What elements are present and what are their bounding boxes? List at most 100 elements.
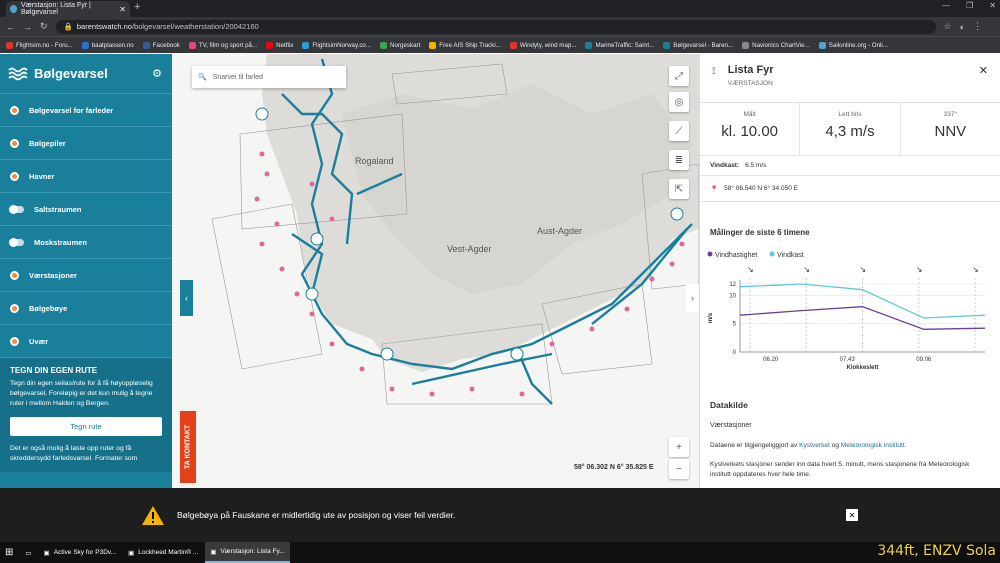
bookmark-label: Facebook <box>152 41 180 49</box>
bookmark-item[interactable]: Sailonline.org - Onli... <box>818 41 888 49</box>
lock-icon: 🔒 <box>63 22 73 31</box>
new-tab-icon[interactable]: + <box>134 1 140 13</box>
locate-icon[interactable]: ◎ <box>669 92 689 112</box>
sidebar-item[interactable]: Bølgepiler <box>0 127 172 160</box>
met-institute-link[interactable]: Meteorologisk institutt. <box>841 442 907 449</box>
taskbar-app-label: Active Sky for P3Dv... <box>53 549 117 556</box>
menu-icon[interactable]: ⋮ <box>973 21 982 32</box>
gust-label: Vindkast: <box>710 162 740 169</box>
bookmark-favicon-icon <box>742 41 750 49</box>
layers-icon[interactable]: ≣ <box>669 150 689 170</box>
layer-status-dot[interactable] <box>10 303 19 313</box>
bookmark-item[interactable]: Flightsim.no - Foru... <box>6 41 73 49</box>
map-canvas[interactable]: Rogaland Vest-Agder Aust-Agder <box>172 54 699 488</box>
layer-status-dot[interactable] <box>10 336 19 346</box>
share-icon[interactable]: ⇱ <box>669 179 689 199</box>
bookmark-label: MarineTraffic: Samt... <box>595 41 655 49</box>
expand-panel-icon[interactable]: › <box>686 284 699 312</box>
bookmark-item[interactable]: FlightsimNorway.co... <box>302 41 371 49</box>
close-window-icon[interactable]: ✕ <box>989 1 996 10</box>
browser-tab[interactable]: Værstasjon: Lista Fyr | Bølgevarsel ✕ <box>6 1 130 17</box>
sidebar-item-label: Bølgebøye <box>29 303 68 313</box>
metric-cell: Lett bris 4,3 m/s <box>800 103 901 155</box>
sidebar-item-label: Saltstraumen <box>34 204 82 214</box>
bookmark-label: Flightsim.no - Foru... <box>16 41 73 49</box>
taskbar-app[interactable]: ▣ Active Sky for P3Dv... <box>39 542 122 563</box>
bookmark-label: Sailonline.org - Onli... <box>828 41 888 49</box>
bookmark-item[interactable]: baatplassen.no <box>81 41 134 49</box>
wind-direction-icon: ↘ <box>916 265 923 274</box>
start-icon[interactable]: ⊞ <box>0 542 18 563</box>
gear-icon[interactable]: ⚙ <box>152 67 162 80</box>
metrics-row: Målt kl. 10.00 Lett bris 4,3 m/s 337° NNV <box>700 102 1000 156</box>
layer-status-dot[interactable] <box>10 171 19 181</box>
sidebar-item[interactable]: Uvær <box>0 325 172 358</box>
close-notification-icon[interactable]: ✕ <box>846 509 858 521</box>
x-tick-label: 09.06 <box>916 357 932 363</box>
reload-icon[interactable]: ↻ <box>40 21 48 32</box>
close-tab-icon[interactable]: ✕ <box>119 5 126 14</box>
sidebar-item-label: Bølgepiler <box>29 138 66 148</box>
forward-icon[interactable]: → <box>23 22 32 32</box>
gust-row: Vindkast: 6.5 m/s <box>700 156 1000 176</box>
wind-sock-icon: ⟟ <box>712 66 716 77</box>
back-icon[interactable]: ← <box>6 22 15 32</box>
zoom-out-icon[interactable]: − <box>669 459 689 479</box>
bookmark-item[interactable]: TV, film og sport på... <box>188 41 258 49</box>
url-field[interactable]: 🔒 barentswatch.no/bolgevarsel/weathersta… <box>55 19 936 34</box>
taskbar-app-label: Lockheed Martin® ... <box>138 549 199 556</box>
bookmark-item[interactable]: Free AIS Ship Tracki... <box>429 41 501 49</box>
draw-route-button[interactable]: Tegn rute <box>10 417 162 436</box>
bookmark-item[interactable]: MarineTraffic: Samt... <box>585 41 655 49</box>
taskbar-app[interactable]: ▣ Lockheed Martin® ... <box>123 542 203 563</box>
extension-icon[interactable]: ◐ <box>960 22 965 32</box>
search-input[interactable]: 🔍 Snarvei til farled <box>192 66 346 88</box>
zoom-in-icon[interactable]: + <box>669 437 689 457</box>
metric-label: Lett bris <box>838 111 862 118</box>
toggle-switch[interactable] <box>9 204 24 214</box>
x-tick-label: 06.20 <box>763 357 779 363</box>
bookmark-favicon-icon <box>585 41 593 49</box>
y-tick-label: 5 <box>733 322 737 328</box>
bookmark-label: TV, film og sport på... <box>198 41 258 49</box>
ruler-icon[interactable]: ⟋ <box>669 121 689 141</box>
datakilde-heading: Datakilde <box>710 400 748 410</box>
task-view-icon[interactable]: ▭ <box>20 542 36 563</box>
bookmark-favicon-icon <box>142 41 150 49</box>
sidebar-item[interactable]: Havner <box>0 160 172 193</box>
bookmark-item[interactable]: Netflix <box>266 41 293 49</box>
fullscreen-icon[interactable]: ⤢ <box>669 66 689 86</box>
y-tick-label: 0 <box>733 350 737 356</box>
layer-status-dot[interactable] <box>10 105 19 115</box>
bookmark-item[interactable]: Navionics ChartVie... <box>742 41 810 49</box>
layer-status-dot[interactable] <box>10 138 19 148</box>
sidebar-item[interactable]: Bølgevarsel for farleder <box>0 94 172 127</box>
bookmark-item[interactable]: Facebook <box>142 41 180 49</box>
bookmark-item[interactable]: Bølgevarsel - Baren... <box>663 41 733 49</box>
map-label-vest-agder: Vest-Agder <box>447 244 492 254</box>
bookmark-item[interactable]: Windyty, wind map... <box>509 41 576 49</box>
sidebar-item[interactable]: Værstasjoner <box>0 259 172 292</box>
contact-button[interactable]: TA KONTAKT <box>180 411 196 483</box>
bookmark-item[interactable]: Norgeskart <box>380 41 420 49</box>
collapse-sidebar-icon[interactable]: ‹ <box>180 280 193 316</box>
sidebar-item[interactable]: Saltstraumen <box>0 193 172 226</box>
star-icon[interactable]: ☆ <box>944 21 952 32</box>
bookmark-favicon-icon <box>663 41 671 49</box>
taskbar-app[interactable]: ▣ Værstasjon: Lista Fy... <box>205 542 290 563</box>
x-tick-label: 07.43 <box>840 357 856 363</box>
bookmark-favicon-icon <box>429 41 437 49</box>
source-text-2: Kystverkets stasjoner sender inn data hv… <box>710 461 970 478</box>
close-panel-icon[interactable]: ✕ <box>979 64 988 77</box>
layer-status-dot[interactable] <box>10 270 19 280</box>
metric-value: 4,3 m/s <box>825 123 875 140</box>
minimize-icon[interactable]: — <box>942 1 950 10</box>
sidebar-item[interactable]: Moskstraumen <box>0 226 172 259</box>
toggle-switch[interactable] <box>9 237 24 247</box>
sidebar-item[interactable]: Bølgebøye <box>0 292 172 325</box>
maximize-icon[interactable]: ❐ <box>966 1 973 10</box>
search-icon: 🔍 <box>198 74 207 81</box>
chart-heading: Målinger de siste 6 timene <box>710 228 810 237</box>
map-view[interactable]: Rogaland Vest-Agder Aust-Agder 🔍 Snarvei… <box>172 54 699 488</box>
kystverket-link[interactable]: Kystverket <box>799 442 830 449</box>
